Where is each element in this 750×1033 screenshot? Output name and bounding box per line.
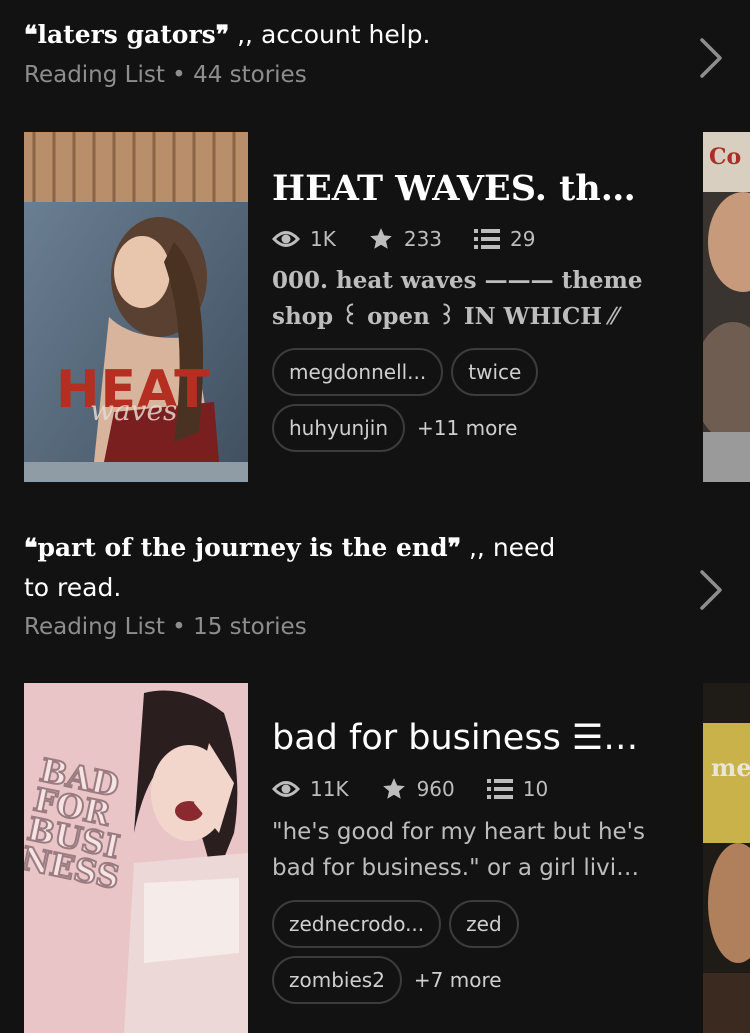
eye-icon <box>272 781 300 797</box>
next-cover-text: me <box>711 753 750 782</box>
story-title[interactable]: bad for business ☰… <box>272 718 652 758</box>
story-cover[interactable]: BAD FOR BUSI NESS <box>24 683 248 1033</box>
reading-list-section-2: ❝part of the journey is the end❞ ,, need… <box>0 520 750 1033</box>
next-cover-text: Co <box>709 144 742 170</box>
story-cover[interactable]: HEAT waves <box>24 132 248 482</box>
cover-script-text: waves <box>90 394 178 427</box>
reading-list-meta: Reading List • 44 stories <box>24 62 307 88</box>
story-tags: megdonnell... twice huhyunjin +11 more <box>272 348 652 460</box>
reading-list-section-1: ❝laters gators❞ ,, account help. Reading… <box>0 0 750 500</box>
tag-chip[interactable]: huhyunjin <box>272 404 406 452</box>
tag-chip[interactable]: zed <box>449 900 519 948</box>
reads-stat: 11K <box>272 777 349 801</box>
tag-chip[interactable]: zednecrodo... <box>272 900 442 948</box>
list-icon <box>474 229 501 249</box>
next-story-cover[interactable]: Co <box>703 132 750 482</box>
story-stats: 1K 233 29 <box>272 226 567 252</box>
star-icon <box>370 228 392 249</box>
story-title[interactable]: HEAT WAVES. the… <box>272 168 652 209</box>
star-icon <box>382 778 405 799</box>
eye-icon <box>272 231 300 247</box>
chevron-right-icon[interactable] <box>694 566 726 614</box>
chevron-right-icon[interactable] <box>694 34 726 82</box>
list-icon <box>486 779 513 799</box>
story-description: 000. heat waves ——— theme shop ꒰ open ꒱ … <box>272 267 643 330</box>
reading-list-title[interactable]: ❝laters gators❞ ,, account help. <box>24 15 664 55</box>
tag-chip[interactable]: zombies2 <box>272 956 402 1004</box>
reading-list-title[interactable]: ❝part of the journey is the end❞ ,, need… <box>24 528 584 608</box>
votes-stat: 233 <box>368 226 442 252</box>
tag-chip[interactable]: twice <box>451 348 539 396</box>
next-story-cover[interactable]: me <box>703 683 750 1033</box>
parts-stat: 10 <box>486 777 548 801</box>
more-tags-link[interactable]: +7 more <box>414 968 502 992</box>
story-stats: 11K 960 10 <box>272 776 580 802</box>
parts-stat: 29 <box>474 227 535 251</box>
more-tags-link[interactable]: +11 more <box>417 416 517 440</box>
tag-chip[interactable]: megdonnell... <box>272 348 444 396</box>
reads-stat: 1K <box>272 227 336 251</box>
votes-stat: 960 <box>381 776 455 802</box>
story-description: "he's good for my heart but he's bad for… <box>272 819 645 881</box>
reading-list-meta: Reading List • 15 stories <box>24 614 307 640</box>
story-tags: zednecrodo... zed zombies2 +7 more <box>272 900 652 1012</box>
